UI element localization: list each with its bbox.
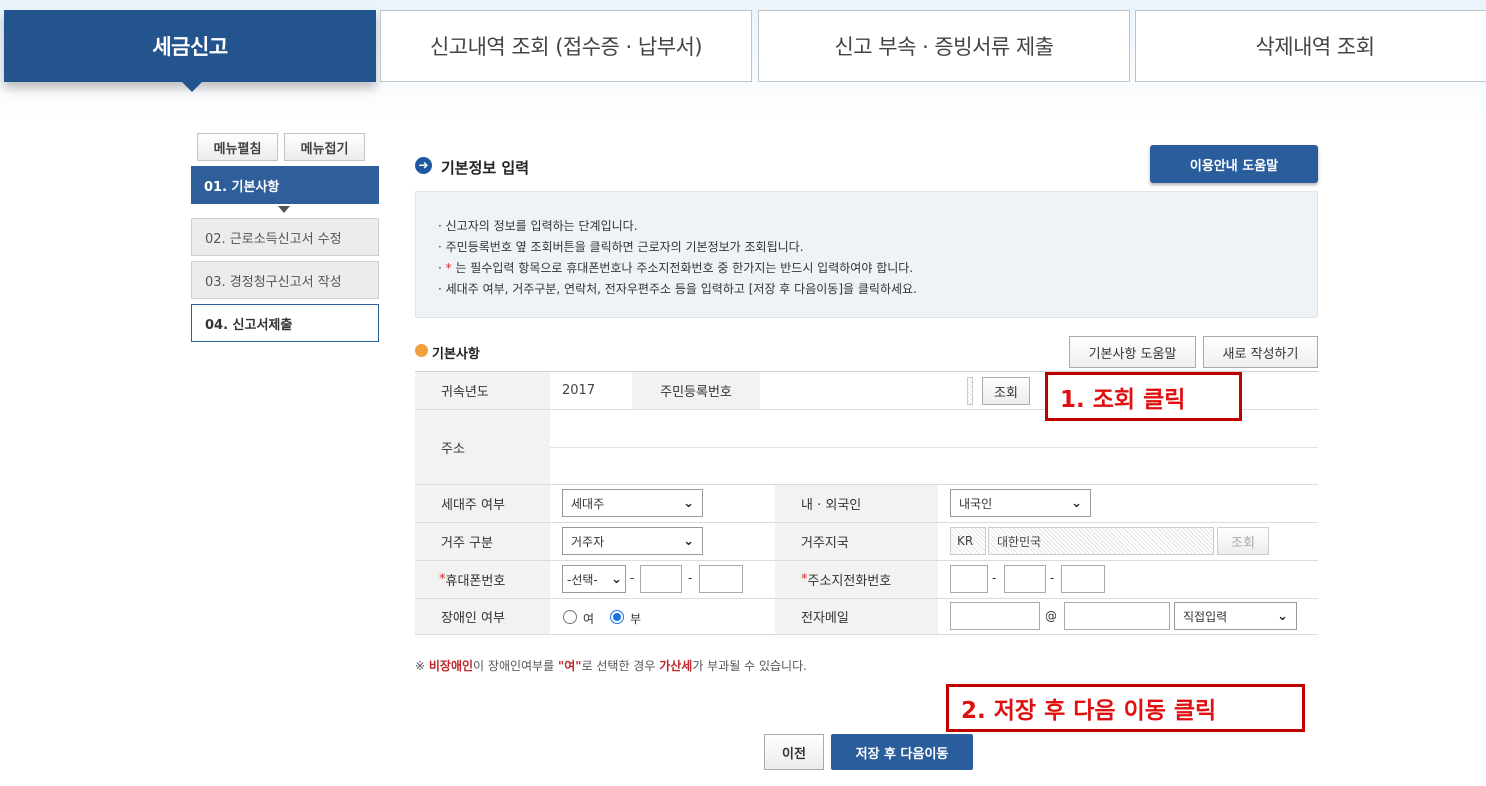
rrn-input-edge [967,377,973,405]
mobile-prefix-select[interactable]: -선택- ⌄ [562,565,626,593]
nationality-label: 내 · 외국인 [775,485,938,522]
info-line: · 신고자의 정보를 입력하는 단계입니다. [438,219,638,233]
sidebar-step-basic[interactable]: 01. 기본사항 [191,166,379,204]
table-row: 주소 [415,410,1318,485]
disabled-no-radio[interactable] [610,610,624,624]
chevron-down-icon: ⌄ [1277,609,1288,624]
table-row: 장애인 여부 여 부 전자메일 @ 직접입력 ⌄ [415,599,1318,635]
dash-separator: - [992,571,997,585]
year-value: 2017 [562,383,596,398]
section-bullet-icon [415,344,428,357]
table-row: 세대주 여부 세대주 ⌄ 내 · 외국인 내국인 ⌄ [415,485,1318,523]
sidebar-step-correction-claim[interactable]: 03. 경정청구신고서 작성 [191,261,379,299]
menu-expand-button[interactable]: 메뉴펼침 [197,133,278,161]
page-title: 기본정보 입력 [441,159,530,177]
menu-collapse-button[interactable]: 메뉴접기 [284,133,365,161]
chevron-down-icon: ⌄ [1071,496,1082,511]
table-row: * 휴대폰번호 -선택- ⌄ - - * 주소지전화번호 - - [415,561,1318,599]
info-line: · * 는 필수입력 항목으로 휴대폰번호나 주소지전화번호 중 한가지는 반드… [438,261,914,275]
tab-deleted-history[interactable]: 삭제내역 조회 [1135,10,1486,82]
info-box: · 신고자의 정보를 입력하는 단계입니다. · 주민등록번호 옆 조회버튼을 … [415,191,1318,318]
country-code-field: KR [950,527,986,555]
disabled-yes-radio[interactable] [563,610,577,624]
email-domain-select[interactable]: 직접입력 ⌄ [1174,602,1297,630]
chevron-down-icon: ⌄ [611,572,622,587]
mobile-last-input[interactable] [699,565,743,593]
sidebar-step-submit[interactable]: 04. 신고서제출 [191,304,379,342]
home-phone-area-input[interactable] [950,565,988,593]
tab-attachment-submit[interactable]: 신고 부속 · 증빙서류 제출 [758,10,1130,82]
section-title: 기본사항 [432,347,480,362]
address-divider [550,447,1318,448]
home-phone-label: * 주소지전화번호 [775,561,938,598]
top-tab-bar: 세금신고 신고내역 조회 (접수증 · 납부서) 신고 부속 · 증빙서류 제출… [0,0,1486,120]
save-next-button[interactable]: 저장 후 다음이동 [831,734,973,770]
household-label: 세대주 여부 [415,485,550,522]
email-at-sign: @ [1045,609,1057,623]
tab-filing-history[interactable]: 신고내역 조회 (접수증 · 납부서) [380,10,752,82]
new-form-button[interactable]: 새로 작성하기 [1203,336,1318,368]
residence-select[interactable]: 거주자 ⌄ [562,527,703,555]
home-phone-middle-input[interactable] [1004,565,1046,593]
arrow-circle-icon: ➜ [415,157,432,174]
prev-button[interactable]: 이전 [764,734,824,770]
address-label: 주소 [415,410,550,484]
disabled-notice: ※ 비장애인이 장애인여부를 "여"로 선택한 경우 가산세가 부과될 수 있습… [415,659,807,673]
dash-separator: - [630,571,635,585]
nationality-select[interactable]: 내국인 ⌄ [950,489,1091,517]
dash-separator: - [688,571,693,585]
email-domain-input[interactable] [1064,602,1170,630]
disabled-label: 장애인 여부 [415,599,550,634]
country-lookup-button[interactable]: 조회 [1217,527,1269,555]
info-line: · 세대주 여부, 거주구분, 연락처, 전자우편주소 등을 입력하고 [저장 … [438,282,917,296]
annotation-lookup: 1. 조회 클릭 [1045,372,1242,421]
info-line: · 주민등록번호 옆 조회버튼을 클릭하면 근로자의 기본정보가 조회됩니다. [438,240,804,254]
step-down-arrow-icon [278,206,290,213]
email-label: 전자메일 [775,599,938,634]
chevron-down-icon: ⌄ [683,496,694,511]
annotation-save-next: 2. 저장 후 다음 이동 클릭 [946,684,1305,732]
residence-label: 거주 구분 [415,523,550,560]
usage-help-button[interactable]: 이용안내 도움말 [1150,145,1318,183]
email-id-input[interactable] [950,602,1040,630]
home-phone-last-input[interactable] [1061,565,1105,593]
rrn-lookup-button[interactable]: 조회 [982,377,1030,405]
basic-help-button[interactable]: 기본사항 도움말 [1069,336,1196,368]
sidebar-step-income-report[interactable]: 02. 근로소득신고서 수정 [191,218,379,256]
country-name-field: 대한민국 [988,527,1214,555]
mobile-middle-input[interactable] [640,565,682,593]
dash-separator: - [1050,571,1055,585]
year-label: 귀속년도 [415,372,550,409]
radio-yes-label: 여 [583,612,595,626]
household-select[interactable]: 세대주 ⌄ [562,489,703,517]
chevron-down-icon: ⌄ [683,534,694,549]
rrn-label: 주민등록번호 [632,372,760,409]
mobile-label: * 휴대폰번호 [415,561,550,598]
radio-no-label: 부 [630,612,642,626]
tab-tax-filing[interactable]: 세금신고 [4,10,376,92]
residence-country-label: 거주지국 [775,523,938,560]
table-row: 거주 구분 거주자 ⌄ 거주지국 KR 대한민국 조회 [415,523,1318,561]
